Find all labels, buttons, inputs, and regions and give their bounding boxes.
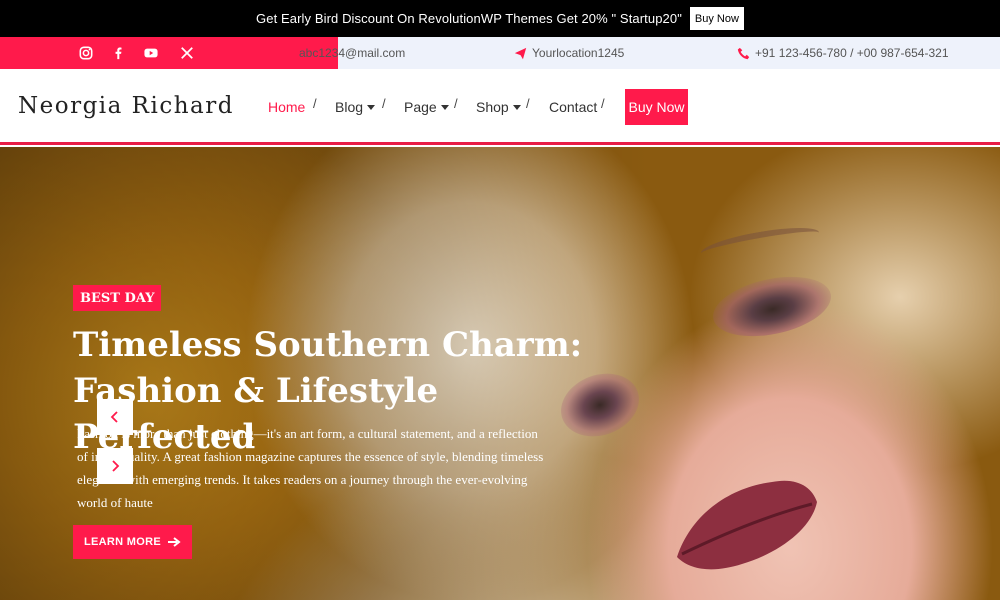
site-header: Neorgia Richard Home / Blog / Page / Sho… <box>0 69 1000 145</box>
caret-down-icon <box>512 104 521 110</box>
youtube-icon[interactable] <box>143 45 159 61</box>
instagram-icon[interactable] <box>78 45 94 61</box>
nav-separator: / <box>382 96 386 111</box>
promo-text: Get Early Bird Discount On RevolutionWP … <box>256 11 682 26</box>
caret-down-icon <box>440 104 449 110</box>
nav-separator: / <box>526 96 530 111</box>
nav-blog[interactable]: Blog <box>335 99 376 115</box>
nav-contact[interactable]: Contact <box>549 99 597 115</box>
email-text: abc1234@mail.com <box>299 46 406 60</box>
arrow-right-icon <box>167 537 181 547</box>
nav-shop-label: Shop <box>476 99 509 115</box>
next-slide-button[interactable] <box>97 448 133 484</box>
nav-separator: / <box>601 96 605 111</box>
learn-more-button[interactable]: LEARN MORE <box>73 525 192 559</box>
header-buy-now-button[interactable]: Buy Now <box>625 89 688 125</box>
hero-slider: BEST DAY Timeless Southern Charm: Fashio… <box>0 147 1000 600</box>
nav-page[interactable]: Page <box>404 99 449 115</box>
prev-slide-button[interactable] <box>97 399 133 435</box>
hero-description: Fashion is more than just clothing—it's … <box>77 426 544 510</box>
hero-title-line1: Timeless Southern Charm: <box>73 325 583 365</box>
nav-shop[interactable]: Shop <box>476 99 521 115</box>
hero-badge: BEST DAY <box>73 285 162 311</box>
nav-home-label: Home <box>268 99 306 115</box>
promo-buy-now-button[interactable]: Buy Now <box>689 7 744 30</box>
chevron-right-icon <box>112 460 120 472</box>
learn-more-label: LEARN MORE <box>84 536 161 548</box>
location-text: Yourlocation1245 <box>532 46 625 60</box>
nav-contact-label: Contact <box>549 99 598 115</box>
caret-down-icon <box>367 104 376 110</box>
facebook-icon[interactable] <box>110 45 126 61</box>
phone-contact[interactable]: +91 123-456-780 / +00 987-654-321 <box>737 37 949 69</box>
x-icon[interactable] <box>179 45 195 61</box>
email-contact[interactable]: abc1234@mail.com <box>299 37 405 69</box>
nav-home[interactable]: Home <box>268 99 305 115</box>
promo-bar: Get Early Bird Discount On RevolutionWP … <box>0 0 1000 37</box>
phone-icon <box>737 47 750 59</box>
contact-bar: abc1234@mail.com Yourlocation1245 +91 12… <box>0 37 1000 69</box>
nav-blog-label: Blog <box>335 99 364 115</box>
phone-text: +91 123-456-780 / +00 987-654-321 <box>755 46 949 60</box>
nav-separator: / <box>454 96 458 111</box>
nav-separator: / <box>313 96 317 111</box>
nav-page-label: Page <box>404 99 437 115</box>
chevron-left-icon <box>110 411 118 423</box>
lips-graphic <box>677 480 817 570</box>
location-contact: Yourlocation1245 <box>514 37 624 69</box>
site-logo[interactable]: Neorgia Richard <box>18 93 234 119</box>
social-links <box>0 37 338 69</box>
paper-plane-icon <box>514 47 527 59</box>
